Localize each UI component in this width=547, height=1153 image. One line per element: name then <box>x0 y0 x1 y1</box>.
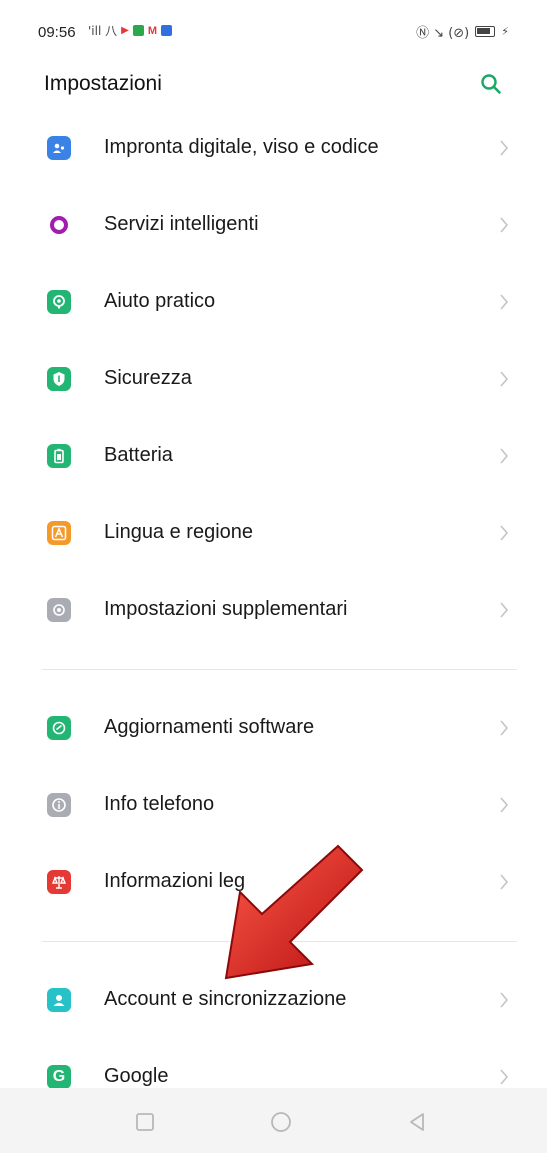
settings-item-label: Impostazioni supplementari <box>104 598 348 620</box>
extra-settings-icon <box>47 598 71 622</box>
system-status-text: Ⓝ ↘ (⊘) <box>416 26 470 41</box>
smart-services-icon <box>47 213 71 237</box>
settings-item-security[interactable]: Sicurezza <box>0 341 547 418</box>
app-notification-icon <box>132 25 144 36</box>
battery-icon <box>47 444 71 468</box>
settings-item-label: Lingua e regione <box>104 521 254 543</box>
shield-icon <box>47 367 71 391</box>
assistant-icon <box>47 290 71 314</box>
section-divider <box>42 669 517 670</box>
status-time: 09:56 <box>38 24 76 41</box>
search-button[interactable] <box>473 66 509 102</box>
chevron-right-icon <box>500 217 509 233</box>
app-badge-icon <box>161 25 172 36</box>
settings-item-label: Sicurezza <box>104 367 192 389</box>
settings-item-label: Impronta digitale, viso e codice <box>104 136 379 158</box>
navigation-bar <box>0 1088 547 1153</box>
page-title: Impostazioni <box>44 72 162 95</box>
home-icon[interactable] <box>269 1110 293 1134</box>
settings-item-assistant[interactable]: Aiuto pratico <box>0 264 547 341</box>
settings-item-battery[interactable]: Batteria <box>0 418 547 495</box>
language-icon <box>47 521 71 545</box>
settings-item-label: Account e sincronizzazione <box>104 988 347 1010</box>
settings-item-phone-info[interactable]: Info telefono <box>0 767 547 844</box>
chevron-right-icon <box>500 448 509 464</box>
chevron-right-icon <box>500 140 509 156</box>
settings-item-label: Info telefono <box>104 793 215 815</box>
chevron-right-icon <box>500 602 509 618</box>
settings-item-smart-services[interactable]: Servizi intelligenti <box>0 187 547 264</box>
info-icon <box>47 793 71 817</box>
settings-item-legal-info[interactable]: Informazioni leg <box>0 844 547 921</box>
settings-item-label: Aiuto pratico <box>104 290 216 312</box>
settings-item-label: Google <box>104 1065 169 1087</box>
chevron-right-icon <box>500 874 509 890</box>
search-icon <box>481 74 501 94</box>
chevron-right-icon <box>500 797 509 813</box>
chevron-right-icon <box>500 1069 509 1085</box>
chevron-right-icon <box>500 525 509 541</box>
recent-apps-icon[interactable] <box>133 1110 157 1134</box>
update-icon <box>47 716 71 740</box>
battery-status-icon <box>475 26 496 37</box>
settings-list: Impronta digitale, viso e codice Servizi… <box>0 110 547 1116</box>
back-icon[interactable] <box>405 1110 429 1134</box>
settings-item-fingerprint[interactable]: Impronta digitale, viso e codice <box>0 110 547 187</box>
legal-scale-icon <box>47 870 71 894</box>
fingerprint-face-icon <box>47 136 71 160</box>
settings-item-extra-settings[interactable]: Impostazioni supplementari <box>0 572 547 649</box>
status-bar: 09:56 'ill 八 ▶ M Ⓝ ↘ (⊘) ⚡ <box>0 0 547 56</box>
settings-item-software-updates[interactable]: Aggiornamenti software <box>0 690 547 767</box>
settings-item-label: Servizi intelligenti <box>104 213 259 235</box>
chevron-right-icon <box>500 294 509 310</box>
charging-icon: ⚡ <box>501 25 509 38</box>
settings-item-label: Informazioni leg <box>104 870 246 892</box>
status-system-icons: Ⓝ ↘ (⊘) ⚡ <box>416 22 509 41</box>
chevron-right-icon <box>500 371 509 387</box>
chevron-right-icon <box>500 992 509 1008</box>
settings-item-language-region[interactable]: Lingua e regione <box>0 495 547 572</box>
settings-item-label: Aggiornamenti software <box>104 716 315 738</box>
chevron-right-icon <box>500 720 509 736</box>
gmail-notification-icon: M <box>147 24 157 37</box>
header: Impostazioni <box>0 56 547 116</box>
settings-item-accounts-sync[interactable]: Account e sincronizzazione <box>0 962 547 1039</box>
settings-item-label: Batteria <box>104 444 173 466</box>
signal-icon: 'ill 八 <box>88 24 118 38</box>
account-icon <box>47 988 71 1012</box>
play-notification-icon: ▶ <box>121 25 129 36</box>
google-icon: G <box>47 1065 71 1089</box>
section-divider <box>42 941 517 942</box>
status-notification-icons: 'ill 八 ▶ M <box>88 22 172 39</box>
